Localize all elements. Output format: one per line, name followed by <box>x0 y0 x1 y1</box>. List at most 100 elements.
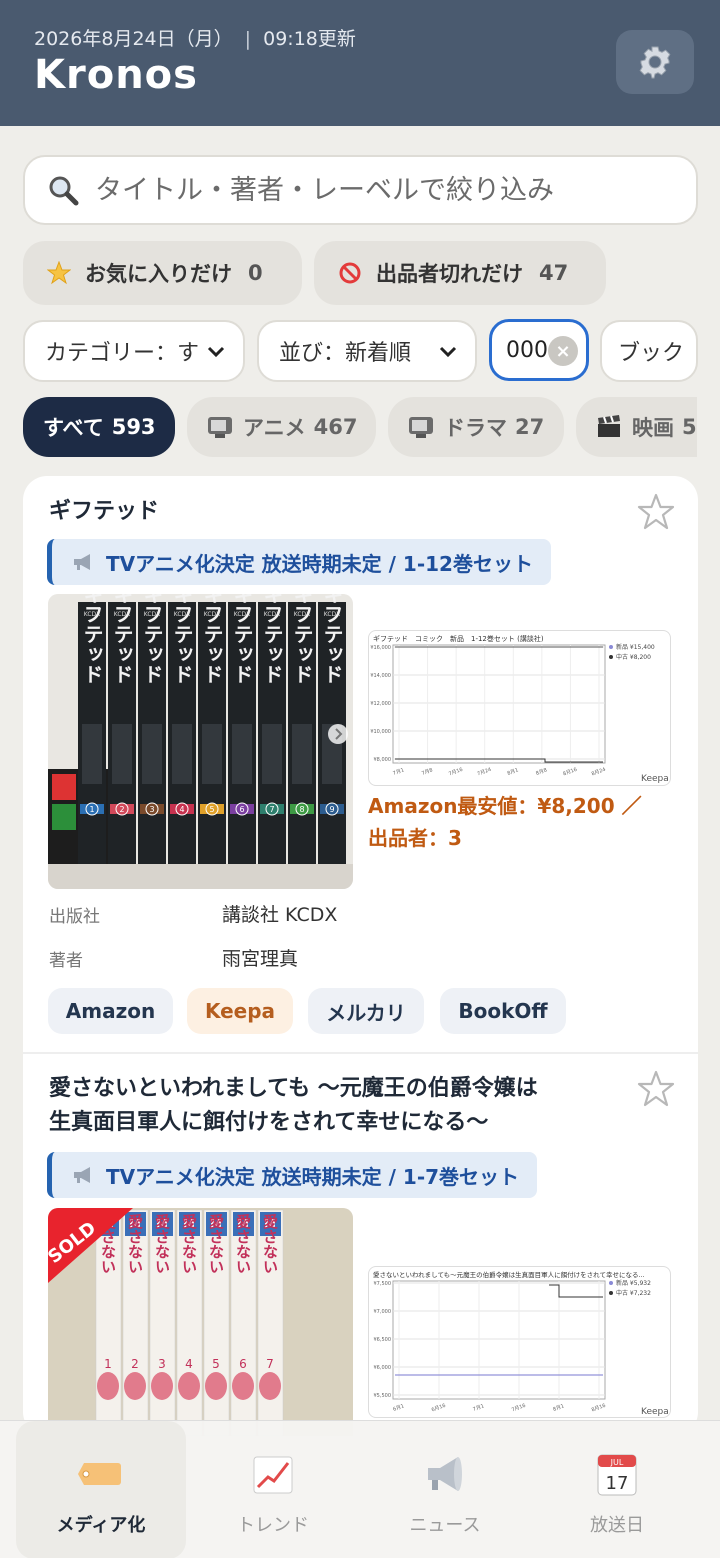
keepa-x-tick: 7月1 <box>392 767 405 777</box>
sort-select[interactable]: 並び：新着順 <box>257 320 477 382</box>
price-line-2: 出品者：3 <box>368 826 462 850</box>
book-cover-image[interactable]: KCDX ギフテッド 1 KCDX ギフテッド 2 KCDX ギフテッド 3 KCDX ギフテッド 4… <box>48 594 353 889</box>
book-cover-image[interactable]: M愛さない1M愛さない2M愛さない3M愛さない4M愛さない5M愛さない6M愛さな… <box>48 1208 353 1436</box>
author-value: 雨宮理真 <box>222 948 299 970</box>
volume-number: 3 <box>149 805 154 814</box>
amazon-link-button[interactable]: Amazon <box>48 988 173 1034</box>
bottom-navigation: メディア化 トレンド ニュース JUL 17 放送日 <box>0 1420 720 1558</box>
keepa-x-tick: 7月24 <box>477 767 493 778</box>
book-spine: KCDXギフテッド6 <box>228 594 256 864</box>
keepa-chart-title: ギフテッド コミック 新品 1-12巻セット (講談社) <box>373 634 544 643</box>
date-separator: | <box>244 28 252 50</box>
tab-anime[interactable]: アニメ 467 <box>187 397 376 457</box>
book-set-photo: M愛さない1M愛さない2M愛さない3M愛さない4M愛さない5M愛さない6M愛さな… <box>48 1208 353 1436</box>
book-spine: M愛さない3 <box>149 1209 176 1436</box>
category-select[interactable]: カテゴリー：す <box>23 320 245 382</box>
favorites-count: 0 <box>248 261 263 285</box>
bookmark-button[interactable]: ブック <box>600 320 698 382</box>
book-spine: KCDXギフテッド1 <box>78 594 106 864</box>
book-spine: KCDXギフテッド3 <box>138 594 166 864</box>
spine-title: ギフテッド <box>290 594 314 684</box>
megaphone-icon <box>74 1167 90 1183</box>
tab-movie[interactable]: 映画 5 <box>576 397 697 457</box>
book-spine: M愛さない7 <box>257 1209 284 1436</box>
search-bar[interactable] <box>23 155 698 225</box>
keepa-chart-title: 愛さないといわれましても〜元魔王の伯爵令嬢は生真面目軍人に餌付けをされて幸せにな… <box>373 1270 645 1279</box>
favorites-filter-chip[interactable]: お気に入りだけ 0 <box>23 241 302 305</box>
app-title: Kronos <box>34 52 198 98</box>
item-title-line-1: 愛さないといわれましても 〜元魔王の伯爵令嬢は <box>49 1076 538 1101</box>
keepa-link-button[interactable]: Keepa <box>187 988 293 1034</box>
volume-number: 1 <box>89 805 94 814</box>
volume-number: 3 <box>158 1357 166 1371</box>
keepa-legend-new: 新品 ¥5,932 <box>616 1279 651 1287</box>
mercari-link-button[interactable]: メルカリ <box>308 988 424 1034</box>
nav-label: トレンド <box>237 1515 309 1536</box>
spine-title: ギフテッド <box>200 594 224 684</box>
tab-all[interactable]: すべて 593 <box>23 397 175 457</box>
keepa-x-tick: 8月1 <box>552 1403 565 1413</box>
item-title[interactable]: ギフテッド <box>49 495 159 529</box>
book-spine: KCDXギフテッド7 <box>258 594 286 864</box>
keepa-y-tick: ¥7,000 <box>374 1309 392 1315</box>
favorite-star-icon[interactable] <box>636 492 676 532</box>
tab-all-count: 593 <box>111 415 156 439</box>
tv-icon <box>208 417 232 438</box>
search-input[interactable] <box>95 174 655 206</box>
favorite-star-icon[interactable] <box>636 1069 676 1109</box>
chevron-down-icon <box>207 346 225 358</box>
bookoff-link-button[interactable]: BookOff <box>440 988 566 1034</box>
out-of-stock-count: 47 <box>539 261 569 285</box>
media-tag-text: TVアニメ化決定 放送時期未定 / 1-12巻セット <box>106 551 533 576</box>
date-text: 2026年8月24日（月） <box>34 28 233 50</box>
year-filter-input[interactable]: 000 × <box>489 319 589 381</box>
book-spine: M愛さない6 <box>230 1209 257 1436</box>
keepa-y-tick: ¥10,000 <box>370 729 391 735</box>
book-set-photo: KCDXギフテッド1KCDXギフテッド2KCDXギフテッド3KCDXギフテッド4… <box>48 594 353 889</box>
keepa-x-tick: 7月1 <box>472 1403 485 1413</box>
nav-news[interactable]: ニュース <box>360 1421 530 1558</box>
nav-label: ニュース <box>409 1515 481 1536</box>
volume-number: 1 <box>104 1357 112 1371</box>
keepa-legend-used: 中古 ¥8,200 <box>616 653 651 661</box>
item-list-card: ギフテッド TVアニメ化決定 放送時期未定 / 1-12巻セット KCDX ギフテ… <box>23 476 698 1436</box>
media-adaptation-tag: TVアニメ化決定 放送時期未定 / 1-12巻セット <box>47 539 551 585</box>
tab-drama[interactable]: ドラマ 27 <box>388 397 564 457</box>
keepa-x-tick: 6月16 <box>431 1403 447 1414</box>
volume-number: 7 <box>266 1357 274 1371</box>
item-title[interactable]: 愛さないといわれましても 〜元魔王の伯爵令嬢は 生真面目軍人に餌付けをされて幸せ… <box>49 1072 538 1140</box>
nav-broadcast-date[interactable]: JUL 17 放送日 <box>532 1421 702 1558</box>
spine-title: 愛さない <box>126 1213 144 1274</box>
spine-title: ギフテッド <box>230 594 254 684</box>
volume-number: 9 <box>329 805 334 814</box>
keepa-x-tick: 7月16 <box>511 1403 527 1414</box>
star-icon <box>47 261 71 285</box>
favorites-label: お気に入りだけ <box>85 262 232 286</box>
settings-button[interactable] <box>616 30 694 94</box>
book-spine: KCDXギフテッド8 <box>288 594 316 864</box>
updated-text: 09:18更新 <box>263 28 356 50</box>
nav-media-adaptation[interactable]: メディア化 <box>16 1421 186 1558</box>
keepa-price-chart[interactable]: ギフテッド コミック 新品 1-12巻セット (講談社) ¥16,000 ¥14,… <box>368 630 671 786</box>
search-icon <box>49 176 79 206</box>
volume-number: 6 <box>239 805 244 814</box>
keepa-y-tick: ¥12,000 <box>370 701 391 707</box>
keepa-y-tick: ¥7,500 <box>374 1281 392 1287</box>
item-title-line-2: 生真面目軍人に餌付けをされて幸せになる〜 <box>49 1110 489 1135</box>
tab-all-label: すべて <box>43 416 104 440</box>
nav-label: メディア化 <box>56 1515 146 1536</box>
keepa-legend-used: 中古 ¥7,232 <box>616 1289 651 1297</box>
keepa-price-chart[interactable]: 愛さないといわれましても〜元魔王の伯爵令嬢は生真面目軍人に餌付けをされて幸せにな… <box>368 1266 671 1418</box>
keepa-x-tick: 7月16 <box>448 767 464 778</box>
megaphone-icon <box>428 1457 462 1491</box>
nav-label: 放送日 <box>590 1515 644 1536</box>
bookmark-label: ブック <box>618 341 685 366</box>
out-of-stock-filter-chip[interactable]: 出品者切れだけ 47 <box>314 241 606 305</box>
keepa-brand: Keepa <box>641 1407 669 1417</box>
nav-trend[interactable]: トレンド <box>188 1421 358 1558</box>
gear-icon <box>639 46 671 79</box>
clear-icon[interactable]: × <box>548 336 578 366</box>
spine-title: ギフテッド <box>80 594 104 684</box>
keepa-x-tick: 8月24 <box>591 767 607 778</box>
book-spine: M愛さない4 <box>176 1209 203 1436</box>
